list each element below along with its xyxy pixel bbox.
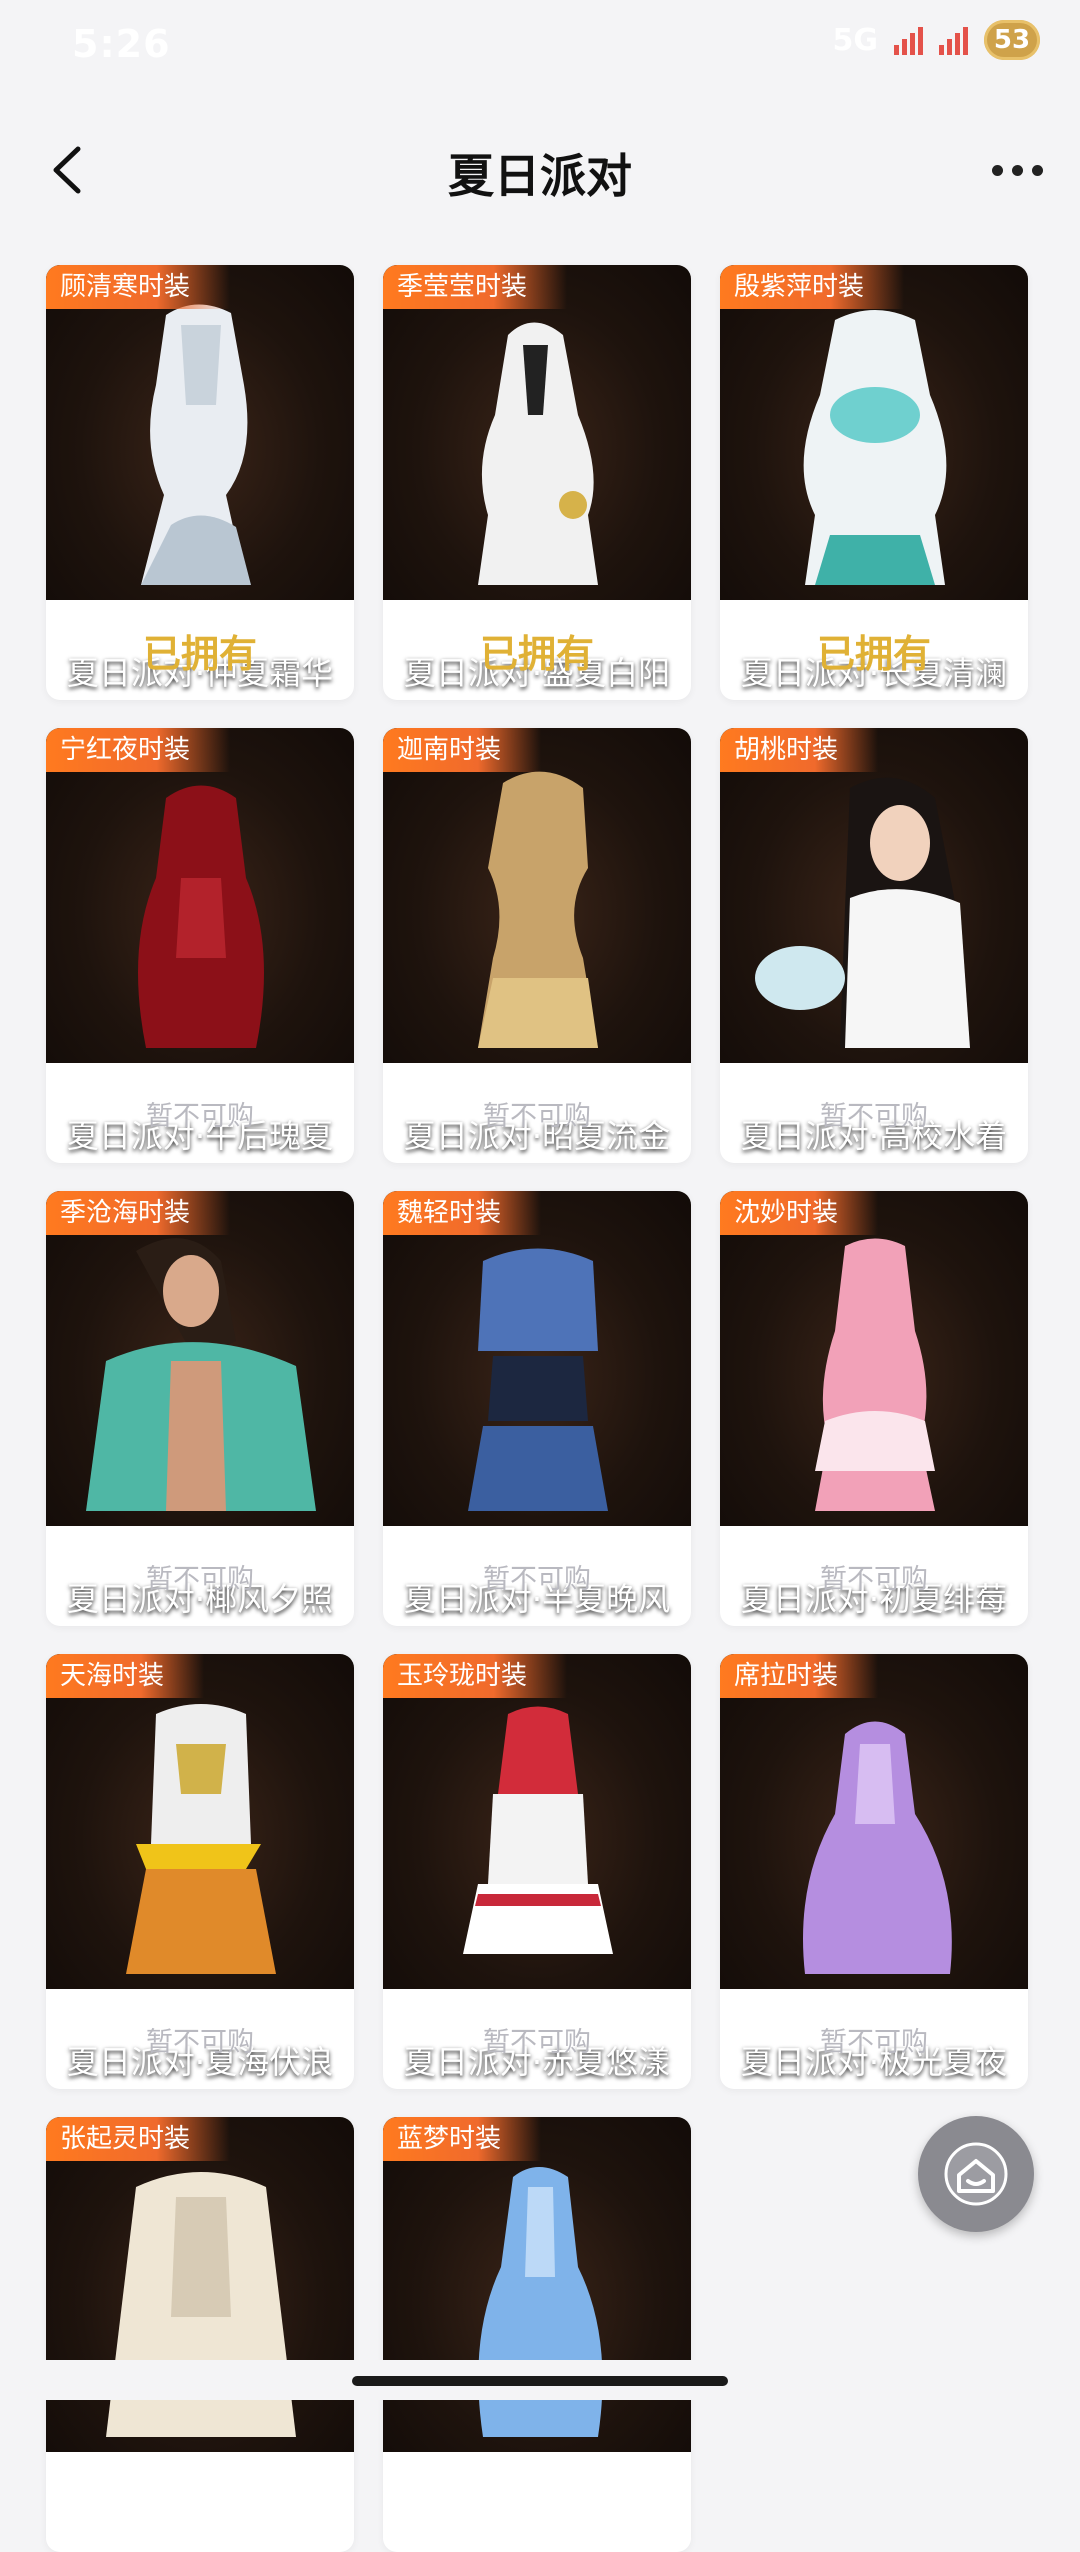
page-title: 夏日派对 bbox=[448, 149, 632, 203]
character-tag: 宁红夜时装 bbox=[46, 728, 231, 772]
costume-card[interactable]: 顾清寒时装 夏日派对·仲夏霜华 已拥有 bbox=[46, 265, 354, 700]
costume-card[interactable]: 张起灵时装 bbox=[46, 2117, 354, 2552]
character-tag: 胡桃时装 bbox=[720, 728, 879, 772]
status-time: 5:26 bbox=[72, 22, 171, 66]
costume-card[interactable]: 沈妙时装 夏日派对·初夏绯莓 暂不可购 bbox=[720, 1191, 1028, 1626]
signal-icon bbox=[939, 25, 968, 55]
costume-card[interactable]: 胡桃时装 夏日派对·高校水着 暂不可购 bbox=[720, 728, 1028, 1163]
costume-card[interactable]: 蓝梦时装 bbox=[383, 2117, 691, 2552]
costume-card[interactable]: 宁红夜时装 夏日派对·午后瑰夏 暂不可购 bbox=[46, 728, 354, 1163]
character-tag: 张起灵时装 bbox=[46, 2117, 231, 2161]
gesture-home-bar[interactable] bbox=[352, 2376, 728, 2386]
character-tag: 席拉时装 bbox=[720, 1654, 879, 1698]
costume-image bbox=[720, 265, 1028, 600]
character-tag: 沈妙时装 bbox=[720, 1191, 879, 1235]
unavailable-status: 暂不可购 bbox=[483, 2026, 591, 2058]
costume-card[interactable]: 迦南时装 夏日派对·昭夏流金 暂不可购 bbox=[383, 728, 691, 1163]
character-tag: 顾清寒时装 bbox=[46, 265, 231, 309]
costume-image bbox=[720, 1654, 1028, 1989]
costume-image bbox=[383, 1654, 691, 1989]
unavailable-status: 暂不可购 bbox=[483, 1563, 591, 1595]
character-tag: 季莹莹时装 bbox=[383, 265, 568, 309]
costume-card[interactable]: 席拉时装 夏日派对·极光夏夜 暂不可购 bbox=[720, 1654, 1028, 2089]
costume-card[interactable]: 天海时装 夏日派对·夏海伏浪 暂不可购 bbox=[46, 1654, 354, 2089]
character-tag: 迦南时装 bbox=[383, 728, 542, 772]
costume-image bbox=[383, 265, 691, 600]
costume-card[interactable]: 季莹莹时装 夏日派对·盛夏白阳 已拥有 bbox=[383, 265, 691, 700]
home-button[interactable] bbox=[918, 2116, 1034, 2232]
character-tag: 天海时装 bbox=[46, 1654, 205, 1698]
costume-image bbox=[720, 728, 1028, 1063]
status-icons: 5G 53 bbox=[832, 20, 1040, 60]
character-tag: 殷紫萍时装 bbox=[720, 265, 905, 309]
costume-card[interactable]: 玉玲珑时装 夏日派对·赤夏悠漾 暂不可购 bbox=[383, 1654, 691, 2089]
costume-image bbox=[383, 1191, 691, 1526]
unavailable-status: 暂不可购 bbox=[820, 2026, 928, 2058]
costume-image bbox=[46, 1191, 354, 1526]
more-button[interactable] bbox=[982, 140, 1052, 200]
home-icon bbox=[944, 2142, 1008, 2206]
owned-status: 已拥有 bbox=[816, 631, 931, 676]
unavailable-status: 暂不可购 bbox=[483, 1100, 591, 1132]
more-dots-icon bbox=[991, 164, 1003, 176]
unavailable-status: 暂不可购 bbox=[146, 1100, 254, 1132]
costume-image bbox=[46, 1654, 354, 1989]
unavailable-status: 暂不可购 bbox=[820, 1563, 928, 1595]
unavailable-status: 暂不可购 bbox=[146, 1563, 254, 1595]
costume-image bbox=[383, 2117, 691, 2452]
costume-card[interactable]: 魏轻时装 夏日派对·半夏晚风 暂不可购 bbox=[383, 1191, 691, 1626]
character-tag: 季沧海时装 bbox=[46, 1191, 231, 1235]
costume-card[interactable]: 季沧海时装 夏日派对·椰风夕照 暂不可购 bbox=[46, 1191, 354, 1626]
costume-image bbox=[46, 2117, 354, 2452]
unavailable-status: 暂不可购 bbox=[820, 1100, 928, 1132]
owned-status: 已拥有 bbox=[142, 631, 257, 676]
battery-icon: 53 bbox=[984, 20, 1040, 60]
character-tag: 蓝梦时装 bbox=[383, 2117, 542, 2161]
costume-grid: 顾清寒时装 夏日派对·仲夏霜华 已拥有 季莹莹时装 夏日派对·盛夏白阳 已拥有 … bbox=[46, 265, 1028, 2552]
status-bar: 5:26 5G 53 bbox=[0, 0, 1080, 90]
costume-image bbox=[383, 728, 691, 1063]
costume-image bbox=[720, 1191, 1028, 1526]
character-tag: 魏轻时装 bbox=[383, 1191, 542, 1235]
costume-image bbox=[46, 728, 354, 1063]
network-label: 5G bbox=[832, 22, 879, 58]
character-tag: 玉玲珑时装 bbox=[383, 1654, 568, 1698]
unavailable-status: 暂不可购 bbox=[146, 2026, 254, 2058]
nav-bar: 夏日派对 bbox=[0, 120, 1080, 220]
owned-status: 已拥有 bbox=[479, 631, 594, 676]
signal-icon bbox=[894, 25, 923, 55]
costume-image bbox=[46, 265, 354, 600]
costume-card[interactable]: 殷紫萍时装 夏日派对·长夏清澜 已拥有 bbox=[720, 265, 1028, 700]
